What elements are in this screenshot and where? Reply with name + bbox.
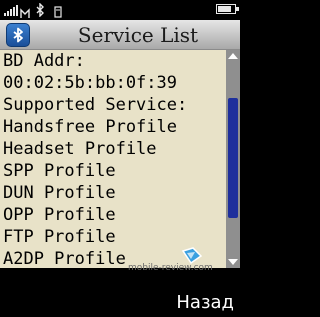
bd-addr-value: 00:02:5b:bb:0f:39 [3, 73, 177, 93]
title-bar: Service List [0, 20, 240, 50]
list-item: DUN Profile [3, 183, 116, 203]
back-softkey[interactable]: Назад [176, 292, 234, 313]
signal-icon [4, 3, 18, 16]
softkey-bar: Назад [0, 290, 240, 317]
service-list[interactable]: BD Addr: 00:02:5b:bb:0f:39 Supported Ser… [0, 50, 226, 268]
list-item: FTP Profile [3, 227, 116, 247]
status-bar [0, 0, 240, 20]
scroll-down-arrow-icon[interactable] [228, 259, 238, 265]
phone-screen: Service List BD Addr: 00:02:5b:bb:0f:39 … [0, 0, 240, 317]
page-title: Service List [77, 23, 199, 47]
watermark: mobile-review.com [128, 263, 213, 273]
scroll-thumb[interactable] [228, 98, 238, 218]
scrollbar[interactable] [226, 50, 240, 268]
list-item: SPP Profile [3, 161, 116, 181]
battery-icon [216, 4, 239, 14]
list-item: Handsfree Profile [3, 117, 177, 137]
bluetooth-icon [35, 2, 45, 21]
bluetooth-icon [6, 23, 30, 47]
scroll-up-arrow-icon[interactable] [228, 53, 238, 59]
list-item: OPP Profile [3, 205, 116, 225]
list-item: Headset Profile [3, 139, 157, 159]
bd-addr-label: BD Addr: [3, 51, 85, 71]
supported-service-label: Supported Service: [3, 95, 188, 115]
